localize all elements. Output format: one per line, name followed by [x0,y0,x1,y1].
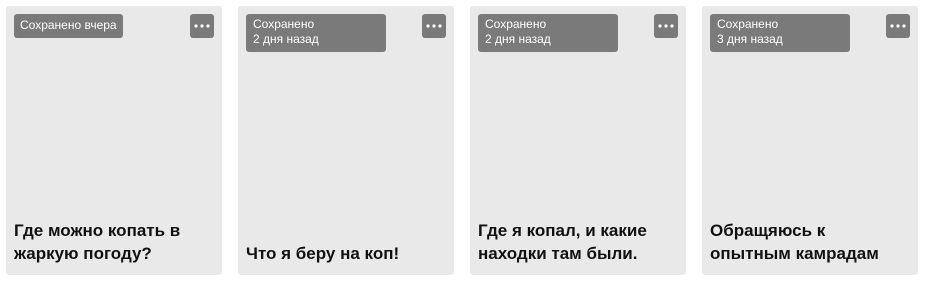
draft-card[interactable]: Сохранено вчера Где можно копать в жарку… [6,6,222,275]
saved-badge: Сохранено 2 дня назад [246,14,386,52]
saved-badge-label: Сохранено вчера [20,18,117,32]
draft-card[interactable]: Сохранено 3 дня назад Обращяюсь к опытны… [702,6,918,275]
card-menu-button[interactable] [886,14,910,38]
saved-badge-time: 2 дня назад [253,32,319,46]
card-title[interactable]: Где можно копать в жаркую погоду? [14,219,214,265]
more-dots-icon [194,24,210,28]
card-menu-button[interactable] [654,14,678,38]
card-title[interactable]: Где я копал, и какие находки там были. [478,219,678,265]
saved-badge: Сохранено 3 дня назад [710,14,850,52]
more-dots-icon [890,24,906,28]
saved-badge-label: Сохранено [485,17,547,31]
saved-badge-label: Сохранено [253,17,315,31]
saved-badge-time: 2 дня назад [485,32,551,46]
more-dots-icon [658,24,674,28]
card-menu-button[interactable] [422,14,446,38]
saved-badge: Сохранено вчера [14,14,123,38]
draft-card[interactable]: Сохранено 2 дня назад Что я беру на коп! [238,6,454,275]
more-dots-icon [426,24,442,28]
card-title[interactable]: Обращяюсь к опытным камрадам [710,219,910,265]
draft-card[interactable]: Сохранено 2 дня назад Где я копал, и как… [470,6,686,275]
saved-badge: Сохранено 2 дня назад [478,14,618,52]
saved-badge-time: 3 дня назад [717,32,783,46]
saved-badge-label: Сохранено [717,17,779,31]
card-menu-button[interactable] [190,14,214,38]
card-title[interactable]: Что я беру на коп! [246,242,446,265]
